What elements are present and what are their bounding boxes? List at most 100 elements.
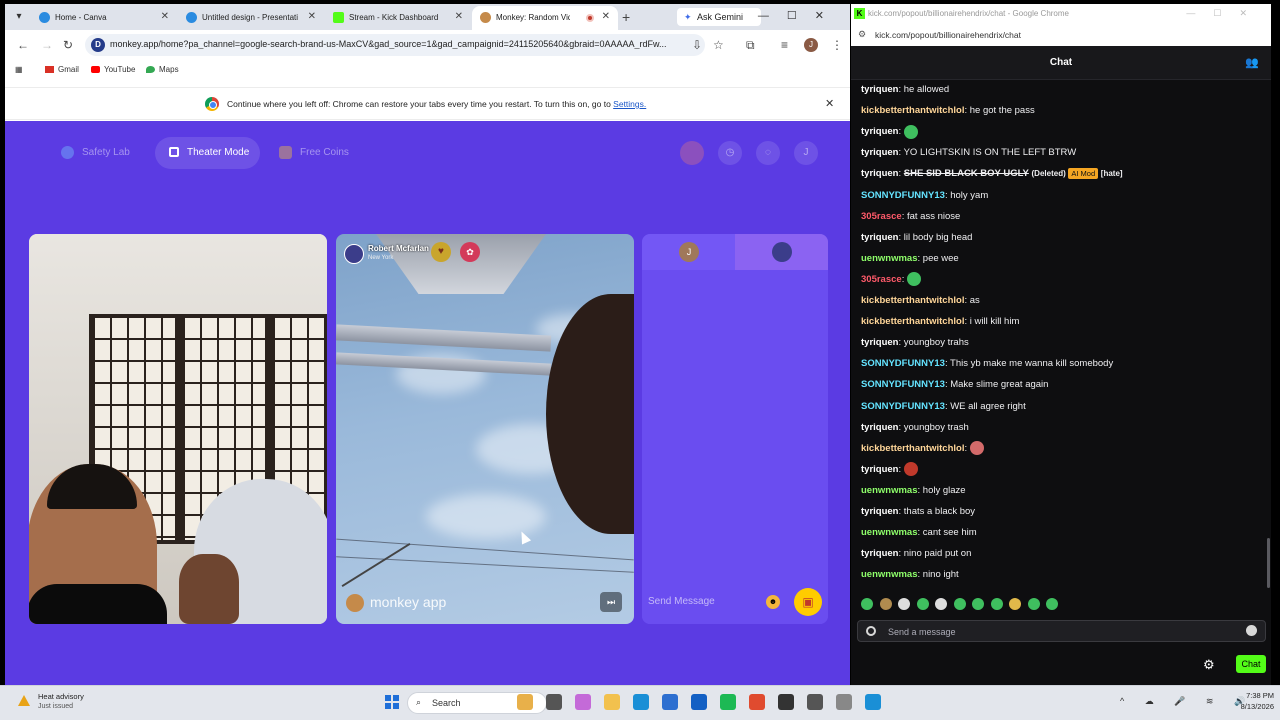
chat-icon[interactable]: ◌ — [756, 141, 780, 165]
taskbar-clock[interactable]: 7:38 PM 8/13/2026 — [1218, 690, 1274, 712]
emote-icon[interactable] — [879, 598, 892, 610]
apps-grid-icon[interactable]: ▦ — [15, 65, 23, 74]
send-gift-button[interactable]: ▣ — [794, 588, 822, 616]
forward-icon[interactable]: → — [41, 38, 53, 52]
chat-username[interactable]: tyriquen — [861, 232, 898, 243]
taskbar-app-icon[interactable] — [720, 694, 736, 710]
window-controls[interactable]: —☐✕ — [1186, 8, 1265, 19]
emote-icon[interactable] — [990, 598, 1003, 610]
chat-username[interactable]: 305rasce — [861, 211, 902, 222]
site-info-icon[interactable]: D — [91, 38, 105, 52]
chat-username[interactable]: tyriquen — [861, 337, 898, 348]
chat-message-input[interactable] — [888, 624, 1228, 639]
chat-username[interactable]: tyriquen — [861, 422, 898, 433]
skip-button[interactable]: ⏭ — [600, 592, 622, 612]
free-coins-button[interactable]: Free Coins — [267, 137, 367, 169]
settings-link[interactable]: Settings. — [613, 99, 646, 109]
address-bar[interactable]: D monkey.app/home?pa_channel=google-sear… — [85, 34, 705, 56]
url-text[interactable]: monkey.app/home?pa_channel=google-search… — [110, 39, 675, 49]
bookmark-youtube[interactable]: YouTube — [91, 65, 135, 74]
chat-username[interactable]: kickbetterthantwitchlol — [861, 295, 964, 306]
new-tab-button[interactable]: + — [622, 9, 630, 25]
bookmark-maps[interactable]: Maps — [146, 65, 179, 74]
media-controls-icon[interactable]: ≡ — [781, 38, 788, 52]
close-infobar-icon[interactable]: ✕ — [825, 97, 834, 110]
taskbar-app-icon[interactable] — [778, 694, 794, 710]
emoji-picker-icon[interactable] — [1246, 625, 1257, 636]
tab-canva-home[interactable]: Home - Canva ✕ — [31, 6, 177, 30]
chat-username[interactable]: SONNYDFUNNY13 — [861, 401, 945, 412]
profile-avatar[interactable]: J — [804, 38, 818, 52]
extensions-icon[interactable]: ⧉ — [746, 38, 755, 53]
close-tab-icon[interactable]: ✕ — [308, 11, 316, 22]
taskbar-app-icon[interactable] — [633, 694, 649, 710]
chat-username[interactable]: uenwnwmas — [861, 569, 918, 580]
chat-username[interactable]: SONNYDFUNNY13 — [861, 379, 945, 390]
history-icon[interactable]: ◷ — [718, 141, 742, 165]
close-tab-icon[interactable]: ✕ — [161, 11, 169, 22]
taskbar-app-icon[interactable] — [807, 694, 823, 710]
emote-icon[interactable] — [953, 598, 966, 610]
start-button[interactable] — [385, 695, 399, 709]
coin-icon[interactable] — [680, 141, 704, 165]
close-tab-icon[interactable]: ✕ — [455, 11, 463, 22]
chat-scrollbar[interactable] — [1267, 538, 1270, 588]
send-message-input[interactable] — [648, 592, 758, 610]
chat-send-button[interactable]: Chat — [1236, 655, 1266, 673]
bookmark-gmail[interactable]: Gmail — [45, 65, 79, 74]
taskbar-app-icon[interactable] — [865, 694, 881, 710]
install-app-icon[interactable]: ⇩ — [692, 38, 702, 52]
emote-icon[interactable] — [972, 598, 984, 610]
chat-username[interactable]: uenwnwmas — [861, 527, 918, 538]
taskbar-app-icon[interactable] — [836, 694, 852, 710]
users-icon[interactable]: 👥 — [1245, 56, 1259, 69]
taskbar-app-icon[interactable] — [575, 694, 591, 710]
taskbar-app-icon[interactable] — [662, 694, 678, 710]
taskbar-app-icon[interactable] — [546, 694, 562, 710]
emote-icon[interactable] — [1046, 598, 1058, 610]
profile-icon[interactable]: J — [794, 141, 818, 165]
chat-username[interactable]: uenwnwmas — [861, 253, 918, 264]
chat-username[interactable]: 305rasce — [861, 274, 902, 285]
emote-icon[interactable] — [916, 598, 929, 610]
tab-kick-dashboard[interactable]: Stream - Kick Dashboard ✕ — [325, 6, 471, 30]
reload-icon[interactable]: ↻ — [63, 38, 73, 52]
emote-icon[interactable] — [898, 598, 910, 610]
chat-username[interactable]: uenwnwmas — [861, 485, 918, 496]
close-tab-icon[interactable]: ✕ — [602, 11, 610, 22]
tab-monkey[interactable]: Monkey: Random Video ✕ — [472, 6, 618, 30]
tab-search-icon[interactable]: ▾ — [11, 9, 27, 25]
emote-icon[interactable] — [1009, 598, 1021, 610]
emote-icon[interactable] — [935, 598, 947, 610]
site-settings-icon[interactable]: ⚙ — [858, 29, 866, 40]
heart-badge-icon[interactable]: ♥ — [431, 242, 451, 262]
chat-username[interactable]: tyriquen — [861, 147, 898, 158]
remote-user-info[interactable]: Robert Mcfarlan New York — [344, 242, 479, 266]
taskbar-app-icon[interactable] — [604, 694, 620, 710]
url-text[interactable]: kick.com/popout/billionairehendrix/chat — [875, 30, 1021, 40]
chat-username[interactable]: kickbetterthantwitchlol — [861, 443, 964, 454]
pin-icon[interactable] — [866, 626, 876, 636]
taskbar-app-icon[interactable] — [749, 694, 765, 710]
weather-widget[interactable]: Heat advisory Just issued — [10, 692, 120, 716]
gift-badge-icon[interactable]: ✿ — [460, 242, 480, 262]
chat-username[interactable]: tyriquen — [861, 548, 898, 559]
taskbar-app-icon[interactable] — [517, 694, 533, 710]
chat-username[interactable]: tyriquen — [861, 84, 898, 95]
tab-untitled-design[interactable]: Untitled design - Presentati ✕ — [178, 6, 324, 30]
emote-icon[interactable] — [861, 598, 873, 610]
ask-gemini-button[interactable]: ✦ Ask Gemini — [677, 8, 761, 26]
chat-username[interactable]: tyriquen — [861, 506, 898, 517]
window-controls[interactable]: —☐✕ — [758, 9, 842, 22]
menu-kebab-icon[interactable]: ⋮ — [831, 38, 843, 52]
taskbar-app-icon[interactable] — [691, 694, 707, 710]
chat-settings-gear-icon[interactable]: ⚙ — [1203, 657, 1215, 673]
chat-username[interactable]: SONNYDFUNNY13 — [861, 190, 945, 201]
chat-username[interactable]: kickbetterthantwitchlol — [861, 105, 964, 116]
chat-username[interactable]: SONNYDFUNNY13 — [861, 358, 945, 369]
theater-mode-button[interactable]: Theater Mode — [155, 137, 260, 169]
chat-username[interactable]: tyriquen — [861, 464, 898, 475]
safety-lab-button[interactable]: Safety Lab — [45, 137, 155, 169]
bookmark-star-icon[interactable]: ☆ — [713, 38, 724, 52]
chat-username[interactable]: tyriquen — [861, 126, 898, 137]
